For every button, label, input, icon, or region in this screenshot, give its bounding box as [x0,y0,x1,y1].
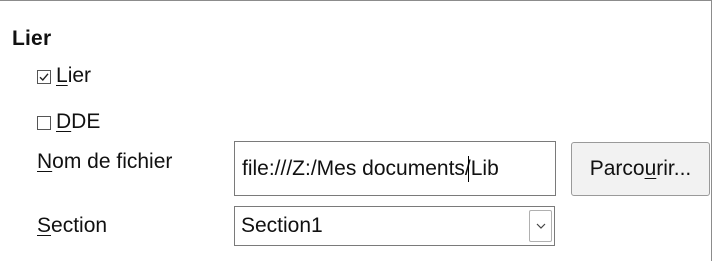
filename-value: file:///Z:/Mes documents/Lib [242,157,499,180]
text-cursor [468,156,469,182]
link-panel: Lier Lier DDE Nom de fichier file:///Z:/… [0,0,712,261]
link-checkbox-label: Lier [56,64,92,87]
filename-input[interactable]: file:///Z:/Mes documents/Lib [234,141,556,196]
dde-checkbox[interactable] [37,116,51,130]
dde-checkbox-row[interactable]: DDE [37,109,100,135]
chevron-down-icon [536,223,545,229]
browse-button[interactable]: Parcourir... [571,142,710,196]
filename-label: Nom de fichier [37,150,173,173]
dropdown-toggle[interactable] [529,210,552,242]
section-selected-value: Section1 [241,214,323,237]
checkmark-icon [39,73,49,82]
group-title: Lier [12,27,52,50]
link-checkbox[interactable] [37,70,51,84]
section-dropdown[interactable]: Section1 [234,206,555,246]
link-checkbox-row[interactable]: Lier [37,63,91,89]
section-label: Section [37,214,108,237]
dde-checkbox-label: DDE [56,110,101,133]
